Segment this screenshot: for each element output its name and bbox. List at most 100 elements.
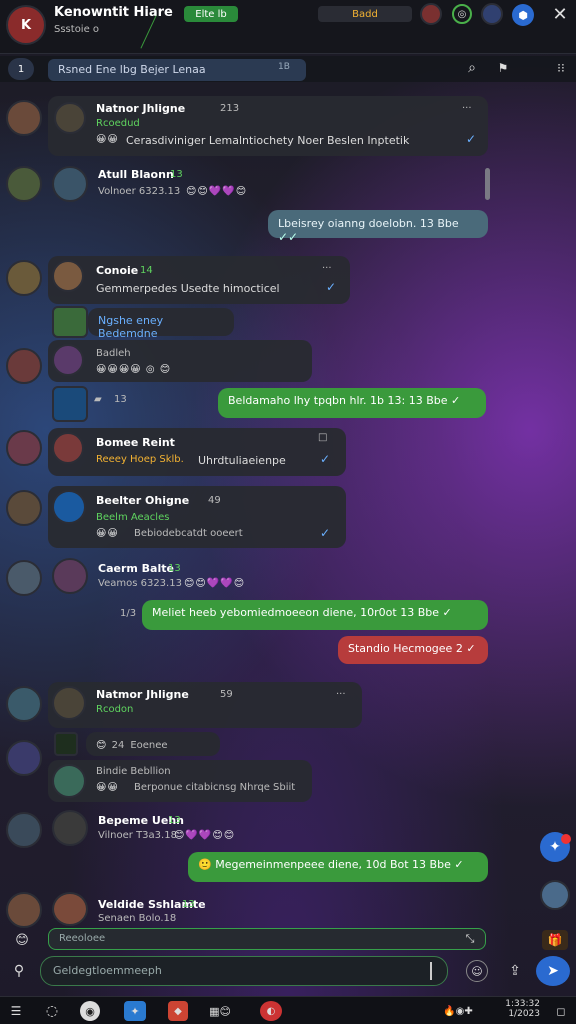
- emoji-icon: 😊: [96, 740, 112, 751]
- clock[interactable]: 1:33:32 1/2023: [496, 999, 540, 1019]
- attach-icon[interactable]: ⚲: [8, 960, 30, 982]
- avatar[interactable]: [6, 686, 42, 722]
- sent-message[interactable]: Standio Hecmogee 2 ✓: [338, 636, 488, 664]
- search-icon[interactable]: ◌: [42, 1001, 62, 1021]
- app-icon[interactable]: ◆: [168, 1001, 188, 1021]
- sent-message[interactable]: Meliet heeb yebomiedmoeeon diene, 10r0ot…: [142, 600, 488, 630]
- avatar[interactable]: [52, 892, 88, 926]
- sent-message[interactable]: 🙂 Megemeinmenpeee diene, 10d Bot 13 Bbe …: [188, 852, 488, 882]
- app-icon[interactable]: ▦😊: [204, 1001, 236, 1021]
- start-menu-icon[interactable]: ☰: [6, 1001, 26, 1021]
- reaction-icons[interactable]: 😊😊💜💜😊: [186, 186, 247, 197]
- image-thumbnail[interactable]: [54, 732, 78, 756]
- message-text: Eoenee: [130, 740, 168, 751]
- avatar[interactable]: [6, 260, 42, 296]
- gift-icon[interactable]: 🎁: [542, 930, 568, 950]
- message-bubble[interactable]: Badleh 😀😀😀😀 ◎ 😊: [48, 340, 312, 382]
- browser-icon[interactable]: ◐: [260, 1001, 282, 1021]
- message-bubble[interactable]: Conoie 14 ... Gemmerpedes Usedte himocti…: [48, 256, 350, 304]
- message-time: 13: [168, 815, 181, 826]
- sent-message[interactable]: Lbeisrey oianng doelobn. 13 Bbe ✓✓: [268, 210, 488, 244]
- link-message[interactable]: Ngshe eney Bedemdne: [88, 308, 234, 340]
- read-check-icon: ✓: [439, 606, 452, 619]
- app-icon[interactable]: ✦: [124, 1001, 146, 1021]
- tray-icons[interactable]: 🔥◉✚: [428, 1001, 488, 1021]
- chat-app-icon[interactable]: ◉: [80, 1001, 100, 1021]
- message-bubble[interactable]: Beelter Ohigne 49 Beelm Aeacles 😀😀 Bebio…: [48, 486, 346, 548]
- message-bubble[interactable]: Bindie Bebllion 😀😀 Berponue citabicnsg N…: [48, 760, 312, 802]
- message-time: 59: [220, 689, 233, 700]
- friend-avatar[interactable]: [481, 3, 503, 25]
- reaction-icons[interactable]: 😀😀😀😀 ◎ 😊: [96, 364, 171, 375]
- avatar[interactable]: [6, 740, 42, 776]
- emoji-icon: 🙂: [198, 858, 216, 871]
- avatar[interactable]: [52, 810, 88, 846]
- settings-icon[interactable]: ◎: [452, 4, 472, 24]
- message-bubble[interactable]: Natmor Jhligne 59 Rcodon ...: [48, 682, 362, 728]
- message-menu[interactable]: ...: [322, 260, 332, 271]
- message-bubble[interactable]: Natnor Jhligne 213 Rcoedud Cerasdivinige…: [48, 96, 488, 156]
- image-thumbnail[interactable]: [52, 386, 88, 422]
- app-avatar[interactable]: K: [6, 5, 46, 45]
- filter-bar: 1 Rsned Ene lbg Bejer Lenaa 1B ⌕ ⚑ ⁝⁝: [0, 56, 576, 82]
- close-icon[interactable]: ✕: [550, 4, 570, 25]
- message-menu[interactable]: ...: [336, 686, 346, 697]
- emoji-icon: 😀😀: [96, 782, 119, 793]
- message-text: Beldamaho lhy tpqbn hlr. 1b 13: 13 Bbe: [228, 394, 448, 407]
- message-menu[interactable]: ...: [462, 100, 472, 111]
- avatar[interactable]: [6, 892, 42, 928]
- sender-name: Badleh: [96, 348, 131, 359]
- sender-name: Beelter Ohigne: [96, 494, 190, 507]
- avatar[interactable]: [6, 100, 42, 136]
- expand-icon[interactable]: ⤡: [462, 931, 478, 947]
- emoji-picker-icon[interactable]: ☺: [466, 960, 488, 982]
- emoji-icon[interactable]: 😊: [12, 930, 32, 950]
- message-time: 49: [208, 495, 221, 506]
- top-bar: K Kenowntit Hiare Ssstoie o Elte lb Badd…: [0, 0, 576, 54]
- avatar[interactable]: [6, 166, 42, 202]
- reaction-icons[interactable]: 😊💜💜😊😊: [174, 830, 235, 841]
- read-check-icon: ✓: [447, 394, 461, 407]
- send-button[interactable]: ➤: [536, 956, 570, 986]
- image-thumbnail[interactable]: [52, 306, 88, 338]
- sender-name: Natnor Jhligne: [96, 102, 186, 115]
- avatar[interactable]: [6, 812, 42, 848]
- message-input[interactable]: Geldegtloemmeeph: [40, 956, 448, 986]
- channel-badge[interactable]: 1: [8, 58, 34, 80]
- sender-subtitle: Rcodon: [96, 704, 134, 715]
- avatar[interactable]: [6, 348, 42, 384]
- counter-chip[interactable]: Badd: [318, 6, 412, 22]
- reply-input[interactable]: Reeoloee: [48, 928, 486, 950]
- search-icon[interactable]: ⌕: [463, 59, 481, 77]
- user-avatar[interactable]: [420, 3, 442, 25]
- text-cursor: [430, 962, 432, 980]
- reaction-icons[interactable]: 😊😊💜💜😊: [184, 578, 245, 589]
- search-input[interactable]: Rsned Ene lbg Bejer Lenaa: [48, 59, 306, 81]
- avatar[interactable]: [52, 558, 88, 594]
- avatar[interactable]: [6, 430, 42, 466]
- shield-icon[interactable]: ⬢: [512, 4, 534, 26]
- notification-icon[interactable]: ◻: [552, 1001, 570, 1021]
- message-text: Lbeisrey oianng doelobn. 13 Bbe: [278, 217, 459, 230]
- status-chip[interactable]: Elte lb: [184, 6, 238, 22]
- scroll-handle[interactable]: [485, 168, 490, 200]
- avatar[interactable]: [6, 560, 42, 596]
- window-subtitle: Ssstoie o: [54, 24, 100, 35]
- pin-icon[interactable]: ⚑: [494, 59, 512, 77]
- sent-message[interactable]: Beldamaho lhy tpqbn hlr. 1b 13: 13 Bbe ✓: [218, 388, 486, 418]
- message-text: Meliet heeb yebomiedmoeeon diene, 10r0ot…: [152, 606, 440, 619]
- avatar[interactable]: [6, 490, 42, 526]
- message-text: Veamos 6323.13: [98, 578, 182, 589]
- message-menu[interactable]: □: [318, 432, 327, 443]
- sender-name: Natmor Jhligne: [96, 688, 189, 701]
- message-text: Uhrdtuliaeienpe: [198, 454, 286, 467]
- read-check-icon: ✓: [320, 452, 331, 466]
- avatar: [52, 344, 84, 376]
- message-bubble[interactable]: 😊 24 Eoenee: [86, 732, 220, 756]
- share-icon[interactable]: ⇪: [504, 960, 526, 982]
- user-avatar[interactable]: [540, 880, 570, 910]
- avatar[interactable]: [52, 166, 88, 202]
- more-icon[interactable]: ⁝⁝: [552, 59, 570, 77]
- read-check-icon: ✓: [450, 858, 464, 871]
- message-bubble[interactable]: Bomee Reint □ Reeey Hoep Sklb. Uhrdtulia…: [48, 428, 346, 476]
